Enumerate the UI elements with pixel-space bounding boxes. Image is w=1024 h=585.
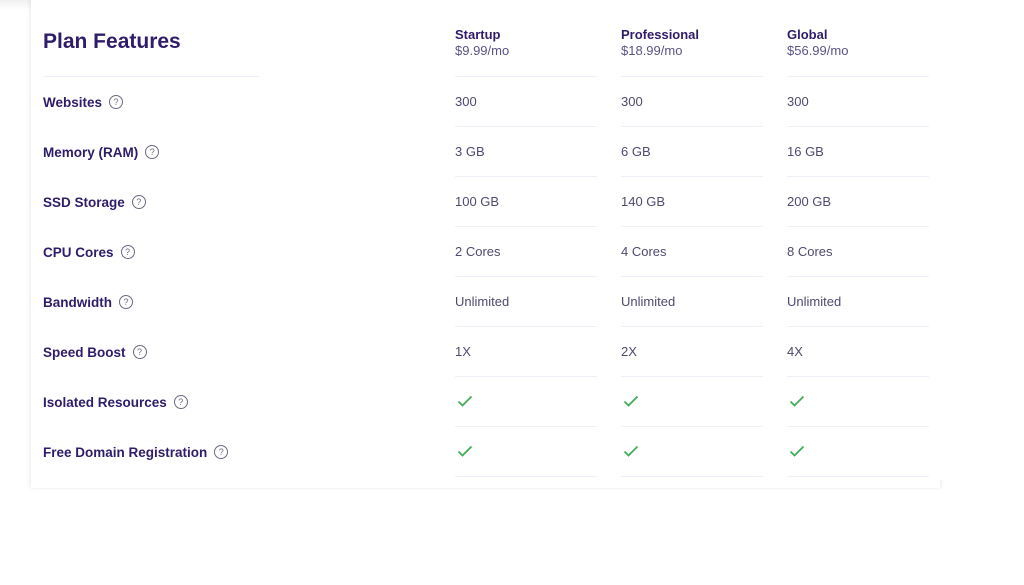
feature-name: Free Domain Registration bbox=[43, 444, 208, 460]
side-panel bbox=[940, 0, 1024, 480]
table-title: Plan Features bbox=[43, 30, 181, 53]
feature-value: Unlimited bbox=[455, 294, 510, 309]
feature-value: 6 GB bbox=[621, 144, 651, 159]
feature-name: Websites bbox=[43, 94, 103, 110]
feature-label: Websites? bbox=[43, 92, 124, 112]
feature-label: Speed Boost? bbox=[43, 342, 147, 362]
feature-row: Isolated Resources? bbox=[31, 392, 940, 442]
feature-row: Speed Boost? 1X 2X 4X bbox=[31, 342, 940, 392]
feature-value: Unlimited bbox=[787, 294, 842, 309]
help-icon[interactable]: ? bbox=[132, 345, 147, 359]
plan-name: Professional bbox=[621, 27, 700, 42]
divider bbox=[787, 76, 929, 77]
plan-price: $9.99/mo bbox=[455, 43, 510, 58]
feature-name: Isolated Resources bbox=[43, 394, 167, 410]
divider bbox=[621, 226, 763, 227]
feature-value: 4X bbox=[787, 344, 803, 359]
feature-value: 300 bbox=[621, 94, 643, 109]
feature-name: SSD Storage bbox=[43, 194, 125, 210]
feature-row: Websites? 300 300 300 bbox=[31, 92, 940, 142]
feature-label: Memory (RAM)? bbox=[43, 142, 160, 162]
feature-row: CPU Cores? 2 Cores 4 Cores 8 Cores bbox=[31, 242, 940, 292]
plan-price: $18.99/mo bbox=[621, 43, 683, 58]
check-icon bbox=[789, 394, 805, 408]
divider bbox=[787, 126, 929, 127]
divider bbox=[455, 276, 597, 277]
feature-name: Speed Boost bbox=[43, 344, 126, 360]
divider bbox=[621, 76, 763, 77]
help-icon[interactable]: ? bbox=[131, 195, 146, 209]
feature-label: SSD Storage? bbox=[43, 192, 146, 212]
divider bbox=[787, 226, 929, 227]
divider bbox=[621, 176, 763, 177]
feature-row: Memory (RAM)? 3 GB 6 GB 16 GB bbox=[31, 142, 940, 192]
plan-name: Global bbox=[787, 27, 828, 42]
divider bbox=[455, 126, 597, 127]
plan-header-global: Global $56.99/mo bbox=[787, 27, 848, 59]
plan-header-professional: Professional $18.99/mo bbox=[621, 27, 699, 59]
feature-value: 16 GB bbox=[787, 144, 824, 159]
feature-row: Free Domain Registration? bbox=[31, 442, 940, 488]
feature-value: 4 Cores bbox=[621, 244, 667, 259]
divider bbox=[787, 326, 929, 327]
feature-value: 300 bbox=[787, 94, 809, 109]
plan-name: Startup bbox=[455, 27, 501, 42]
feature-value: 2 Cores bbox=[455, 244, 501, 259]
help-icon[interactable]: ? bbox=[120, 245, 135, 259]
feature-value: 1X bbox=[455, 344, 471, 359]
check-icon bbox=[789, 444, 805, 458]
feature-label: Free Domain Registration? bbox=[43, 442, 229, 462]
plan-price: $56.99/mo bbox=[787, 43, 849, 58]
help-icon[interactable]: ? bbox=[109, 95, 124, 109]
feature-label: CPU Cores? bbox=[43, 242, 135, 262]
feature-name: Bandwidth bbox=[43, 294, 112, 310]
feature-name: CPU Cores bbox=[43, 244, 114, 260]
feature-value: 3 GB bbox=[455, 144, 485, 159]
feature-label: Isolated Resources? bbox=[43, 392, 188, 412]
help-icon[interactable]: ? bbox=[119, 295, 133, 309]
check-icon bbox=[623, 394, 639, 408]
help-icon[interactable]: ? bbox=[145, 145, 160, 159]
divider bbox=[621, 276, 763, 277]
divider bbox=[787, 176, 929, 177]
divider bbox=[43, 76, 259, 77]
divider bbox=[621, 426, 763, 427]
feature-value: Unlimited bbox=[621, 294, 676, 309]
divider bbox=[787, 426, 929, 427]
plan-header-startup: Startup $9.99/mo bbox=[455, 27, 509, 59]
feature-row: SSD Storage? 100 GB 140 GB 200 GB bbox=[31, 192, 940, 242]
help-icon[interactable]: ? bbox=[173, 395, 188, 409]
divider bbox=[787, 376, 929, 377]
divider bbox=[621, 476, 763, 477]
help-icon[interactable]: ? bbox=[214, 445, 229, 459]
feature-value: 100 GB bbox=[455, 194, 500, 209]
divider bbox=[621, 326, 763, 327]
divider bbox=[455, 376, 597, 377]
feature-value: 200 GB bbox=[787, 194, 832, 209]
check-icon bbox=[457, 394, 473, 408]
plan-features-table: Plan Features Startup $9.99/mo Professio… bbox=[31, 0, 940, 488]
divider bbox=[455, 176, 597, 177]
feature-row: Bandwidth? Unlimited Unlimited Unlimited bbox=[31, 292, 940, 342]
divider bbox=[621, 376, 763, 377]
check-icon bbox=[457, 444, 473, 458]
divider bbox=[621, 126, 763, 127]
feature-label: Bandwidth? bbox=[43, 292, 133, 312]
divider bbox=[787, 476, 929, 477]
divider bbox=[455, 326, 597, 327]
feature-value: 300 bbox=[455, 94, 477, 109]
feature-value: 2X bbox=[621, 344, 637, 359]
divider bbox=[455, 426, 597, 427]
divider bbox=[455, 76, 597, 77]
feature-value: 140 GB bbox=[621, 194, 666, 209]
divider bbox=[455, 226, 597, 227]
divider bbox=[787, 276, 929, 277]
check-icon bbox=[623, 444, 639, 458]
feature-value: 8 Cores bbox=[787, 244, 833, 259]
divider bbox=[455, 476, 597, 477]
feature-name: Memory (RAM) bbox=[43, 144, 139, 160]
